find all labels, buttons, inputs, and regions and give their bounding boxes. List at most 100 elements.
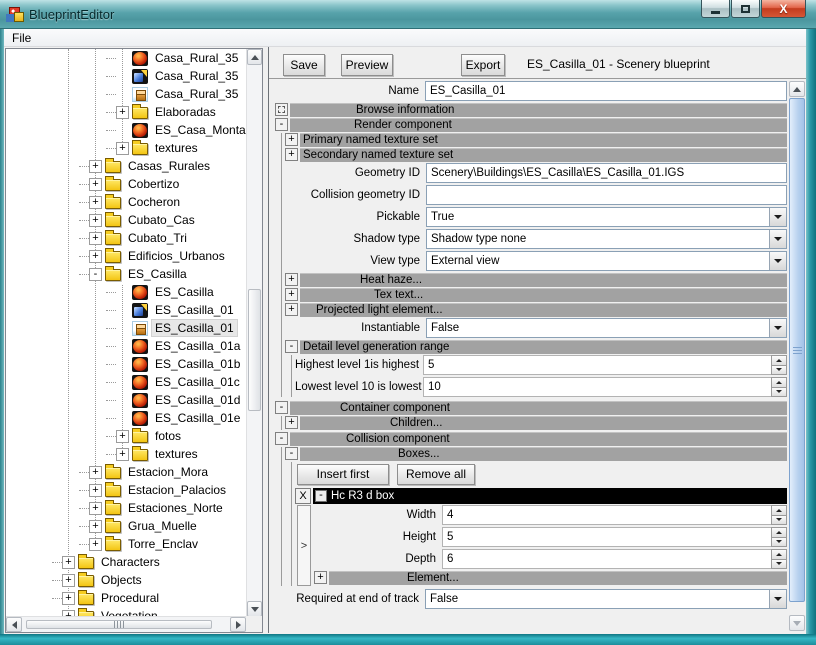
depth-stepper[interactable]	[771, 549, 787, 569]
tree-item[interactable]: +Cocheron	[6, 193, 246, 211]
children-expand-button[interactable]: +	[285, 416, 298, 429]
tree-vertical-scrollbar[interactable]	[246, 49, 262, 617]
expand-icon[interactable]: +	[116, 142, 129, 155]
scroll-left-button[interactable]	[6, 617, 22, 632]
expand-icon[interactable]: +	[89, 232, 102, 245]
lowest-level-stepper[interactable]	[771, 377, 787, 397]
tree-item[interactable]: ES_Casilla_01b	[6, 355, 246, 373]
tree-item[interactable]: +textures	[6, 139, 246, 157]
container-component-collapse-button[interactable]: -	[275, 401, 288, 414]
expand-icon[interactable]: +	[62, 574, 75, 587]
tree-item[interactable]: +Cobertizo	[6, 175, 246, 193]
tree-item[interactable]: +Estacion_Mora	[6, 463, 246, 481]
tree-hscrollbar-thumb[interactable]	[26, 620, 212, 629]
tree-item[interactable]: +Cubato_Tri	[6, 229, 246, 247]
tree-item[interactable]: +Objects	[6, 571, 246, 589]
export-button[interactable]: Export	[461, 54, 505, 76]
tree-item[interactable]: Casa_Rural_35	[6, 85, 246, 103]
tree-item[interactable]: +textures	[6, 445, 246, 463]
menu-file[interactable]: File	[4, 30, 39, 46]
expand-icon[interactable]: +	[116, 430, 129, 443]
projected-light-expand-button[interactable]: +	[285, 303, 298, 316]
collapse-icon[interactable]: -	[89, 268, 102, 281]
expand-icon[interactable]: +	[89, 538, 102, 551]
detail-level-collapse-button[interactable]: -	[285, 340, 298, 353]
scroll-right-button[interactable]	[230, 617, 246, 632]
remove-all-button[interactable]: Remove all	[397, 464, 475, 485]
dropdown-arrow-button[interactable]	[769, 230, 786, 248]
lowest-level-field[interactable]: 10	[423, 377, 771, 397]
minimize-button[interactable]	[701, 0, 730, 18]
width-stepper[interactable]	[771, 505, 787, 525]
spin-down-button[interactable]	[771, 516, 787, 526]
tree-item[interactable]: +Procedural	[6, 589, 246, 607]
expand-icon[interactable]: +	[62, 592, 75, 605]
spin-up-button[interactable]	[771, 549, 787, 560]
tree-item[interactable]: ES_Casilla_01	[6, 301, 246, 319]
primary-texture-expand-button[interactable]: +	[285, 133, 298, 146]
expand-icon[interactable]: +	[116, 448, 129, 461]
name-field[interactable]: ES_Casilla_01	[425, 81, 787, 101]
tree-item[interactable]: +Cubato_Cas	[6, 211, 246, 229]
pickable-dropdown[interactable]: True	[426, 207, 787, 227]
tree-item[interactable]: +Characters	[6, 553, 246, 571]
render-component-collapse-button[interactable]: -	[275, 118, 288, 131]
secondary-texture-expand-button[interactable]: +	[285, 148, 298, 161]
expand-icon[interactable]: +	[89, 178, 102, 191]
expand-icon[interactable]: +	[89, 250, 102, 263]
maximize-button[interactable]	[731, 0, 760, 18]
expand-icon[interactable]: +	[89, 520, 102, 533]
element-expand-button[interactable]: +	[314, 571, 327, 584]
height-stepper[interactable]	[771, 527, 787, 547]
tree-item[interactable]: +Estacion_Palacios	[6, 481, 246, 499]
tree-item[interactable]: +Edificios_Urbanos	[6, 247, 246, 265]
title-bar[interactable]: BlueprintEditor X	[0, 0, 816, 29]
expand-icon[interactable]: +	[89, 466, 102, 479]
view-type-dropdown[interactable]: External view	[426, 251, 787, 271]
close-button[interactable]: X	[761, 0, 806, 18]
width-field[interactable]: 4	[442, 505, 771, 525]
dropdown-arrow-button[interactable]	[769, 319, 786, 337]
tree-item[interactable]: +Elaboradas	[6, 103, 246, 121]
collision-component-collapse-button[interactable]: -	[275, 432, 288, 445]
delete-box-button[interactable]: X	[295, 488, 311, 504]
scroll-down-button[interactable]	[247, 601, 262, 617]
shadow-type-dropdown[interactable]: Shadow type none	[426, 229, 787, 249]
tree-item[interactable]: ES_Casilla_01d	[6, 391, 246, 409]
expand-icon[interactable]: +	[62, 556, 75, 569]
tree-item[interactable]: ES_Casilla	[6, 283, 246, 301]
tree-horizontal-scrollbar[interactable]	[6, 616, 246, 632]
expand-icon[interactable]: +	[116, 106, 129, 119]
box-item-header[interactable]: - Hc R3 d box	[313, 488, 787, 504]
save-button[interactable]: Save	[283, 54, 325, 76]
scroll-up-button[interactable]	[789, 81, 805, 97]
instantiable-dropdown[interactable]: False	[426, 318, 787, 338]
tex-text-expand-button[interactable]: +	[285, 288, 298, 301]
required-at-end-dropdown[interactable]: False	[425, 589, 787, 609]
box-collapse-button[interactable]: -	[315, 490, 327, 502]
geometry-id-field[interactable]: Scenery\Buildings\ES_Casilla\ES_Casilla_…	[426, 163, 787, 183]
height-field[interactable]: 5	[442, 527, 771, 547]
spin-down-button[interactable]	[771, 560, 787, 570]
highest-level-field[interactable]: 5	[423, 355, 771, 375]
tree-item[interactable]: ES_Casilla_01	[6, 319, 246, 337]
tree-item[interactable]: +Estaciones_Norte	[6, 499, 246, 517]
property-scrollbar-thumb[interactable]	[789, 98, 805, 602]
tree-item[interactable]: ES_Casilla_01a	[6, 337, 246, 355]
preview-button[interactable]: Preview	[341, 54, 393, 76]
browse-information-button[interactable]	[275, 103, 288, 116]
dropdown-arrow-button[interactable]	[769, 252, 786, 270]
tree-item[interactable]: +Grua_Muelle	[6, 517, 246, 535]
tree-item[interactable]: +Torre_Enclav	[6, 535, 246, 553]
spin-down-button[interactable]	[771, 538, 787, 548]
expand-icon[interactable]: +	[89, 484, 102, 497]
spin-up-button[interactable]	[771, 355, 787, 366]
collision-geometry-id-field[interactable]	[426, 185, 787, 205]
tree-item[interactable]: ES_Casa_Montaña_	[6, 121, 246, 139]
tree-item[interactable]: +Casas_Rurales	[6, 157, 246, 175]
expand-icon[interactable]: +	[89, 214, 102, 227]
tree-item[interactable]: Casa_Rural_35	[6, 49, 246, 67]
scroll-down-button[interactable]	[789, 615, 805, 631]
box-side-handle[interactable]: >	[297, 505, 311, 586]
depth-field[interactable]: 6	[442, 549, 771, 569]
